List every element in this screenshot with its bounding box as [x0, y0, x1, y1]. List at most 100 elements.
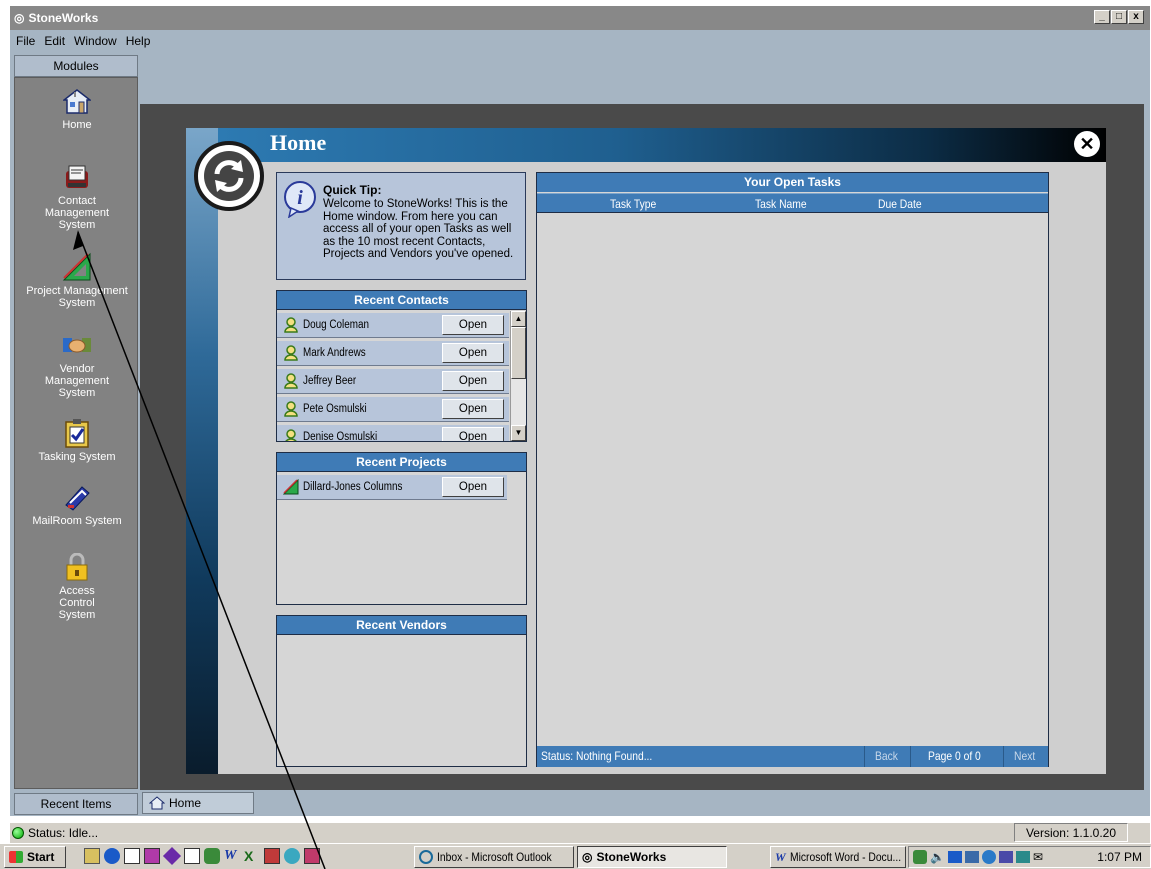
start-label: Start [27, 850, 55, 864]
home-window-side-strip [186, 128, 218, 774]
tray-icon[interactable] [913, 850, 927, 864]
task-column-headers: Task Type Task Name Due Date [537, 193, 1048, 213]
open-project-button[interactable]: Open [442, 477, 504, 497]
taskbar-stoneworks[interactable]: ◎ StoneWorks [577, 846, 727, 868]
globe-icon[interactable] [981, 850, 996, 864]
menu-edit[interactable]: Edit [44, 34, 65, 48]
display-icon[interactable] [1015, 851, 1030, 863]
tasks-back-button[interactable]: Back [875, 749, 898, 763]
access-quicklaunch-icon[interactable] [284, 848, 300, 864]
envelope-icon [62, 482, 92, 512]
open-contact-button[interactable]: Open [442, 371, 504, 391]
powerpoint-quicklaunch-icon[interactable] [264, 848, 280, 864]
menu-window[interactable]: Window [74, 34, 117, 48]
app-quicklaunch-icon[interactable] [144, 848, 160, 864]
taskbar-outlook[interactable]: Inbox - Microsoft Outlook [414, 846, 574, 868]
open-tasks-header: Your Open Tasks [537, 173, 1048, 192]
taskbar-outlook-label: Inbox - Microsoft Outlook [437, 850, 552, 864]
clipboard-check-icon [62, 418, 92, 448]
minimize-button[interactable]: _ [1094, 10, 1110, 24]
module-project-management[interactable]: Project Management System [15, 252, 139, 309]
open-window-tab-home[interactable]: Home [142, 792, 254, 814]
person-icon [284, 345, 298, 361]
connection-icon[interactable] [998, 851, 1013, 863]
tasks-status-text: Status: Nothing Found... [541, 749, 653, 763]
house-icon [62, 86, 92, 116]
person-icon [284, 373, 298, 389]
module-contact-management[interactable]: Contact Management System [15, 162, 139, 231]
network-icon[interactable] [947, 851, 962, 863]
contact-name: Jeffrey Beer [303, 375, 357, 387]
mail-icon[interactable]: ✉ [1033, 850, 1043, 864]
monitor-icon[interactable] [964, 851, 979, 863]
scroll-down-arrow-icon[interactable]: ▼ [511, 425, 526, 441]
file-quicklaunch-icon[interactable] [184, 848, 200, 864]
col-due-date[interactable]: Due Date [878, 197, 922, 211]
tool-quicklaunch-icon[interactable] [204, 848, 220, 864]
contact-row[interactable]: Pete Osmulski Open [277, 397, 509, 422]
menu-file[interactable]: File [16, 34, 35, 48]
recent-items-button[interactable]: Recent Items [14, 793, 138, 815]
triangle-ruler-icon [62, 252, 92, 282]
module-mailroom[interactable]: MailRoom System [15, 482, 139, 527]
system-tray: 🔈 ✉ 1:07 PM [908, 846, 1151, 868]
close-home-button[interactable]: ✕ [1074, 131, 1100, 157]
taskbar-word[interactable]: W Microsoft Word - Docu... [770, 846, 906, 868]
module-access-label: Access Control System [58, 585, 96, 621]
module-home-label: Home [62, 119, 92, 131]
contact-row[interactable]: Doug Coleman Open [277, 313, 509, 338]
modules-sidebar: Home Contact Management System Project M… [14, 77, 138, 789]
browser-quicklaunch-icon[interactable] [104, 848, 120, 864]
notepad-quicklaunch-icon[interactable] [124, 848, 140, 864]
contact-name: Mark Andrews [303, 347, 366, 359]
module-access-control[interactable]: Access Control System [15, 552, 139, 621]
contact-row[interactable]: Mark Andrews Open [277, 341, 509, 366]
contact-row[interactable]: Denise Osmulski Open [277, 425, 509, 441]
modules-header[interactable]: Modules [14, 55, 138, 77]
recent-contacts-header: Recent Contacts [277, 291, 526, 310]
recent-vendors-header: Recent Vendors [277, 616, 526, 635]
info-icon: i [283, 180, 317, 221]
close-window-button[interactable]: x [1128, 10, 1144, 24]
desktop-quicklaunch-icon[interactable] [84, 848, 100, 864]
contact-row[interactable]: Jeffrey Beer Open [277, 369, 509, 394]
scroll-up-arrow-icon[interactable]: ▲ [511, 311, 526, 327]
project-row[interactable]: Dillard-Jones Columns Open [277, 475, 507, 500]
open-contact-button[interactable]: Open [442, 315, 504, 335]
open-contact-button[interactable]: Open [442, 343, 504, 363]
excel-quicklaunch-icon[interactable]: X [244, 848, 260, 864]
triangle-ruler-icon [283, 479, 299, 495]
menu-help[interactable]: Help [126, 34, 151, 48]
outlook-icon [419, 850, 433, 864]
padlock-icon [62, 552, 92, 582]
status-led-icon [12, 827, 24, 839]
speaker-icon[interactable]: 🔈 [930, 850, 945, 864]
word-icon: W [775, 849, 786, 864]
module-project-label: Project Management System [26, 285, 128, 309]
col-task-name[interactable]: Task Name [755, 197, 807, 211]
recent-vendors-panel: Recent Vendors [276, 615, 527, 767]
module-mailroom-label: MailRoom System [32, 515, 122, 527]
contacts-scrollbar[interactable]: ▲ ▼ [510, 311, 526, 441]
window-title-bar[interactable]: ◎ StoneWorks _ □ x [10, 6, 1150, 30]
start-button[interactable]: Start [4, 846, 66, 868]
recent-projects-header: Recent Projects [277, 453, 526, 472]
module-vendor-management[interactable]: Vendor Management System [15, 330, 139, 399]
col-task-type[interactable]: Task Type [610, 197, 656, 211]
version-label: Version: 1.1.0.20 [1014, 823, 1128, 842]
module-tasking[interactable]: Tasking System [15, 418, 139, 463]
open-contact-button[interactable]: Open [442, 427, 504, 441]
home-window-title-bar[interactable] [218, 128, 1106, 162]
contact-name: Denise Osmulski [303, 431, 378, 441]
open-contact-button[interactable]: Open [442, 399, 504, 419]
person-icon [285, 429, 297, 441]
house-icon [149, 796, 165, 810]
scroll-thumb[interactable] [511, 327, 526, 379]
module-home[interactable]: Home [15, 86, 139, 131]
word-quicklaunch-icon[interactable]: W [224, 848, 240, 864]
tasks-page-indicator: Page 0 of 0 [928, 749, 981, 763]
person-icon [284, 401, 298, 417]
misc-quicklaunch-icon[interactable] [304, 848, 320, 864]
tasks-next-button[interactable]: Next [1014, 749, 1035, 763]
maximize-button[interactable]: □ [1111, 10, 1127, 24]
